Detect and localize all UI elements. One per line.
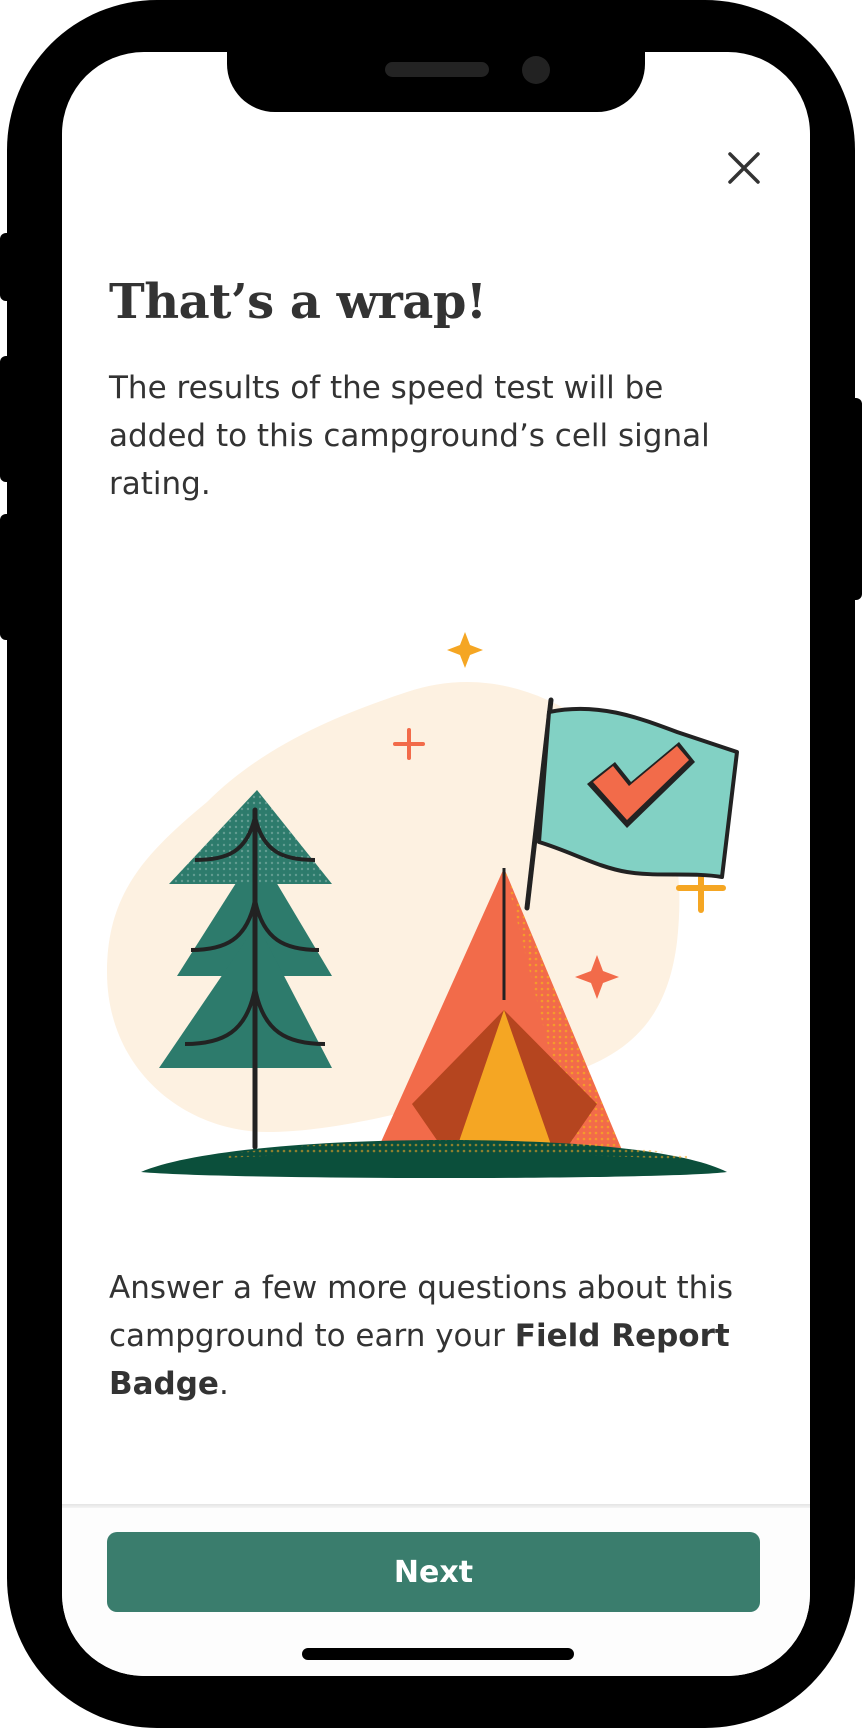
page-title: That’s a wrap! [109,274,487,330]
close-button[interactable] [722,146,766,190]
volume-down-button [0,514,12,640]
intro-text: The results of the speed test will be ad… [109,370,710,502]
speaker [385,62,489,77]
sparkle-icon [447,632,483,668]
volume-up-button [0,356,12,482]
next-button[interactable]: Next [107,1532,760,1612]
close-icon [728,152,760,184]
home-indicator[interactable] [302,1648,574,1660]
app-screen: That’s a wrap! The results of the speed … [62,52,810,1676]
badge-prompt-text: Answer a few more questions about this c… [109,1264,759,1408]
badge-prompt-end: . [218,1366,229,1402]
notch [227,52,645,112]
phone-frame: That’s a wrap! The results of the speed … [0,0,862,1728]
front-camera [522,56,550,84]
camping-illustration [107,632,739,1178]
mute-switch [0,233,12,301]
power-button [850,398,862,600]
